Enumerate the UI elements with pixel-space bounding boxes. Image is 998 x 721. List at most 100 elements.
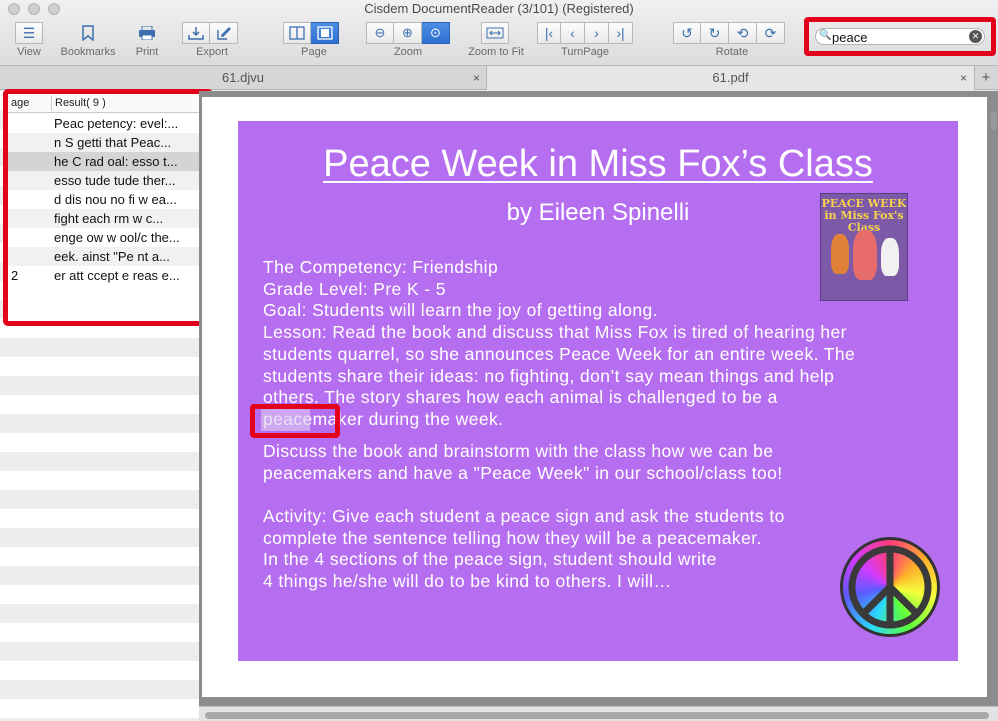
- view-group: ☰: [15, 22, 43, 44]
- horizontal-scroll-track: [199, 706, 998, 721]
- rotate-left-button[interactable]: ↺: [673, 22, 701, 44]
- rotate-left-icon: ↺: [681, 24, 693, 41]
- download-icon: [188, 27, 204, 40]
- zoom-out-button[interactable]: ⊖: [366, 22, 394, 44]
- result-text: er att ccept e reas e...: [54, 268, 180, 283]
- rotate-group: ↺ ↻ ⟲ ⟳: [673, 22, 785, 44]
- zoom-in-button[interactable]: ⊕: [394, 22, 422, 44]
- bookmarks-group: [74, 22, 102, 44]
- bookmarks-label: Bookmarks: [60, 46, 116, 58]
- tab-djvu-close-icon[interactable]: ×: [473, 66, 480, 90]
- tab-label: 61.djvu: [222, 70, 264, 85]
- result-text: n S getti that Peac...: [54, 135, 172, 150]
- search-results-panel: age Result( 9 ) Peac petency: evel:... n…: [3, 89, 213, 326]
- bookmarks-button[interactable]: [74, 22, 102, 44]
- slide-title: Peace Week in Miss Fox’s Class: [323, 143, 873, 185]
- slide-body-block1: The Competency: Friendship Grade Level: …: [263, 257, 943, 431]
- tab-djvu[interactable]: 61.djvu: [0, 66, 486, 90]
- tab-pdf-close-icon[interactable]: ×: [960, 66, 967, 90]
- print-label: Print: [135, 46, 159, 58]
- view-button[interactable]: ☰: [15, 22, 43, 44]
- print-group: [133, 22, 161, 44]
- export-button[interactable]: [182, 22, 210, 44]
- result-row[interactable]: eek. ainst "Pe nt a...: [8, 247, 208, 266]
- last-page-button[interactable]: ›|: [609, 22, 633, 44]
- page-label: Page: [301, 46, 327, 58]
- print-button[interactable]: [133, 22, 161, 44]
- window-toolbar: Cisdem DocumentReader (3/101) (Registere…: [0, 0, 998, 66]
- two-page-icon: [289, 26, 305, 40]
- result-column-header[interactable]: Result( 9 ): [55, 97, 106, 109]
- rotate-label: Rotate: [715, 46, 749, 58]
- result-row[interactable]: Peac petency: evel:...: [8, 114, 208, 133]
- view-label: View: [17, 46, 41, 58]
- actual-size-button[interactable]: ⊙: [422, 22, 450, 44]
- result-row[interactable]: 2 er att ccept e reas e...: [8, 266, 208, 285]
- list-icon: ☰: [22, 24, 36, 41]
- result-row[interactable]: esso tude tude ther...: [8, 171, 208, 190]
- result-row[interactable]: n S getti that Peac...: [8, 133, 208, 152]
- first-page-button[interactable]: |‹: [537, 22, 561, 44]
- edit-icon: [216, 27, 231, 40]
- body-line: Activity: Give each student a peace sign…: [263, 506, 785, 526]
- result-row-selected[interactable]: he C rad oal: esso t...: [8, 152, 208, 171]
- fit-width-icon: [486, 27, 504, 39]
- previous-page-button[interactable]: ‹: [561, 22, 585, 44]
- book-cover-title: PEACE WEEK in Miss Fox's Class: [821, 197, 907, 234]
- result-row[interactable]: d dis nou no fi w ea...: [8, 190, 208, 209]
- result-text: d dis nou no fi w ea...: [54, 192, 177, 207]
- rotate-page-left-button[interactable]: ⟲: [729, 22, 757, 44]
- rotate-page-right-button[interactable]: ⟳: [757, 22, 785, 44]
- body-line: others. The story shares how each animal…: [263, 387, 778, 408]
- search-highlight-frame: 🔍 ✕: [804, 17, 996, 56]
- rotate-right-button[interactable]: ↻: [701, 22, 729, 44]
- printer-icon: [139, 26, 155, 40]
- result-text: he C rad oal: esso t...: [54, 154, 178, 169]
- zoom-in-icon: ⊕: [402, 25, 413, 40]
- page-group: [283, 22, 339, 44]
- new-tab-icon[interactable]: +: [977, 66, 995, 90]
- two-page-button[interactable]: [283, 22, 311, 44]
- export-group: [182, 22, 238, 44]
- document-view[interactable]: Peace Week in Miss Fox’s Class by Eileen…: [199, 91, 998, 721]
- edit-button[interactable]: [210, 22, 238, 44]
- pdf-page: Peace Week in Miss Fox’s Class by Eileen…: [202, 97, 987, 697]
- rotate-page-left-icon: ⟲: [736, 24, 749, 41]
- horizontal-scrollbar[interactable]: [205, 712, 989, 719]
- turnpage-label: TurnPage: [561, 46, 609, 58]
- result-row[interactable]: enge ow w ool/c the...: [8, 228, 208, 247]
- zoom-group: ⊖ ⊕ ⊙: [366, 22, 450, 44]
- peace-symbol-shape: [848, 545, 932, 629]
- rotate-right-icon: ↻: [708, 24, 721, 41]
- page-column-header[interactable]: age: [11, 97, 29, 109]
- clear-search-icon[interactable]: ✕: [969, 30, 982, 43]
- peace-sign-icon: [840, 537, 940, 637]
- single-page-button[interactable]: [311, 22, 339, 44]
- zoom-to-fit-button[interactable]: [481, 22, 509, 44]
- result-text: eek. ainst "Pe nt a...: [54, 249, 170, 264]
- result-row[interactable]: fight each rm w c...: [8, 209, 208, 228]
- result-text: fight each rm w c...: [54, 211, 164, 226]
- result-page: 2: [11, 268, 19, 283]
- zoom-to-fit-group: [481, 22, 509, 44]
- search-match-frame: [250, 404, 340, 438]
- bookmark-icon: [82, 25, 94, 41]
- window-title: Cisdem DocumentReader (3/101) (Registere…: [364, 1, 634, 16]
- chevron-left-icon: ‹: [570, 25, 575, 41]
- tab-pdf[interactable]: 61.pdf: [486, 66, 975, 90]
- search-input[interactable]: [832, 30, 966, 44]
- body-line: Lesson: Read the book and discuss that M…: [263, 322, 847, 343]
- slide: Peace Week in Miss Fox’s Class by Eileen…: [238, 121, 958, 661]
- next-page-button[interactable]: ›: [585, 22, 609, 44]
- body-line: Goal: Students will learn the joy of get…: [263, 300, 658, 321]
- body-line: peacemakers and have a "Peace Week" in o…: [263, 462, 783, 483]
- document-scrollbar[interactable]: [991, 112, 997, 130]
- single-page-icon: [316, 26, 333, 40]
- zoom-out-icon: ⊖: [374, 25, 386, 40]
- body-line: The Competency: Friendship: [263, 257, 499, 277]
- result-text: Peac petency: evel:...: [54, 116, 179, 131]
- search-field[interactable]: 🔍 ✕: [815, 28, 985, 45]
- column-separator: [51, 96, 52, 111]
- tab-bar: 61.djvu × 61.pdf × +: [0, 66, 998, 90]
- slide-body-block2: Discuss the book and brainstorm with the…: [263, 441, 943, 484]
